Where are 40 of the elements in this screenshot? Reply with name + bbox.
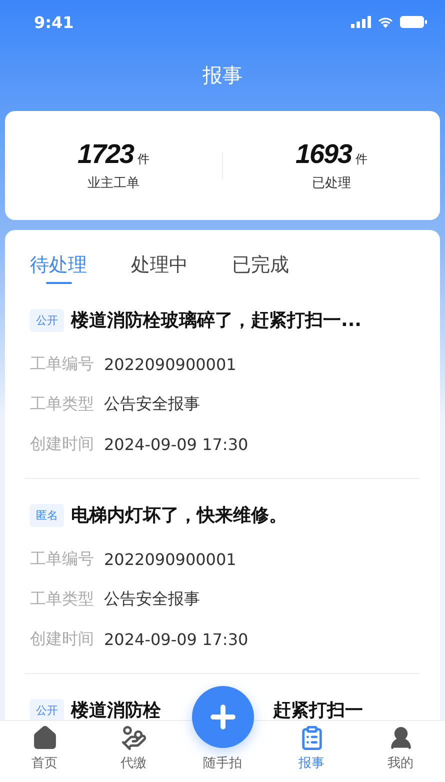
field-value: 2024-09-09 17:30 bbox=[104, 434, 248, 454]
tab-bar-item[interactable]: 报事 bbox=[267, 721, 356, 782]
field-value: 公告安全报事 bbox=[104, 394, 200, 414]
visibility-tag: 匿名 bbox=[30, 504, 64, 526]
stat-label: 业主工单 bbox=[88, 175, 140, 192]
order-title[interactable]: 楼道消防栓玻璃碎了，赶紧打扫一... bbox=[71, 308, 362, 332]
field-label: 工单编号 bbox=[30, 548, 94, 570]
field-value: 2022090900001 bbox=[104, 550, 236, 568]
field-value: 2022090900001 bbox=[104, 354, 236, 374]
stat-value: 1693 bbox=[295, 139, 352, 170]
field-label: 工单类型 bbox=[30, 394, 94, 414]
order-title[interactable]: 电梯内灯坏了，快来维修。 bbox=[71, 503, 287, 527]
field-label: 工单编号 bbox=[30, 354, 94, 374]
status-tab[interactable]: 处理中 bbox=[131, 252, 188, 284]
visibility-tag: 公开 bbox=[30, 308, 64, 332]
battery-icon bbox=[400, 16, 427, 28]
tab-bar-item[interactable]: 我的 bbox=[356, 721, 445, 782]
field-label: 工单类型 bbox=[30, 588, 94, 610]
tab-bar-item[interactable]: 首页 bbox=[0, 721, 89, 782]
status-tab[interactable]: 已完成 bbox=[232, 252, 289, 284]
stat-label: 已处理 bbox=[312, 175, 351, 192]
order-title[interactable]: 楼道消防栓 bbox=[71, 698, 161, 722]
tab-bar-label[interactable]: 随手拍 bbox=[203, 754, 242, 772]
status-tab[interactable]: 待处理 bbox=[30, 252, 87, 284]
field-label: 创建时间 bbox=[30, 434, 94, 454]
tab-bar-item[interactable]: 代缴 bbox=[89, 721, 178, 782]
signal-icon bbox=[351, 16, 371, 28]
field-value: 公告安全报事 bbox=[104, 588, 200, 610]
field-value: 2024-09-09 17:30 bbox=[104, 630, 248, 648]
order-title[interactable]: 赶紧打扫一 bbox=[273, 698, 363, 722]
stat-unit: 件 bbox=[138, 151, 150, 168]
home-icon bbox=[32, 725, 58, 751]
hand-coin-icon bbox=[120, 725, 146, 751]
stat-unit: 件 bbox=[356, 151, 368, 168]
stat-value: 1723 bbox=[77, 139, 134, 170]
status-time: 9:41 bbox=[34, 12, 74, 32]
visibility-tag: 公开 bbox=[30, 698, 64, 722]
wifi-icon bbox=[377, 16, 394, 28]
field-label: 创建时间 bbox=[30, 628, 94, 650]
page-title: 报事 bbox=[202, 62, 244, 89]
